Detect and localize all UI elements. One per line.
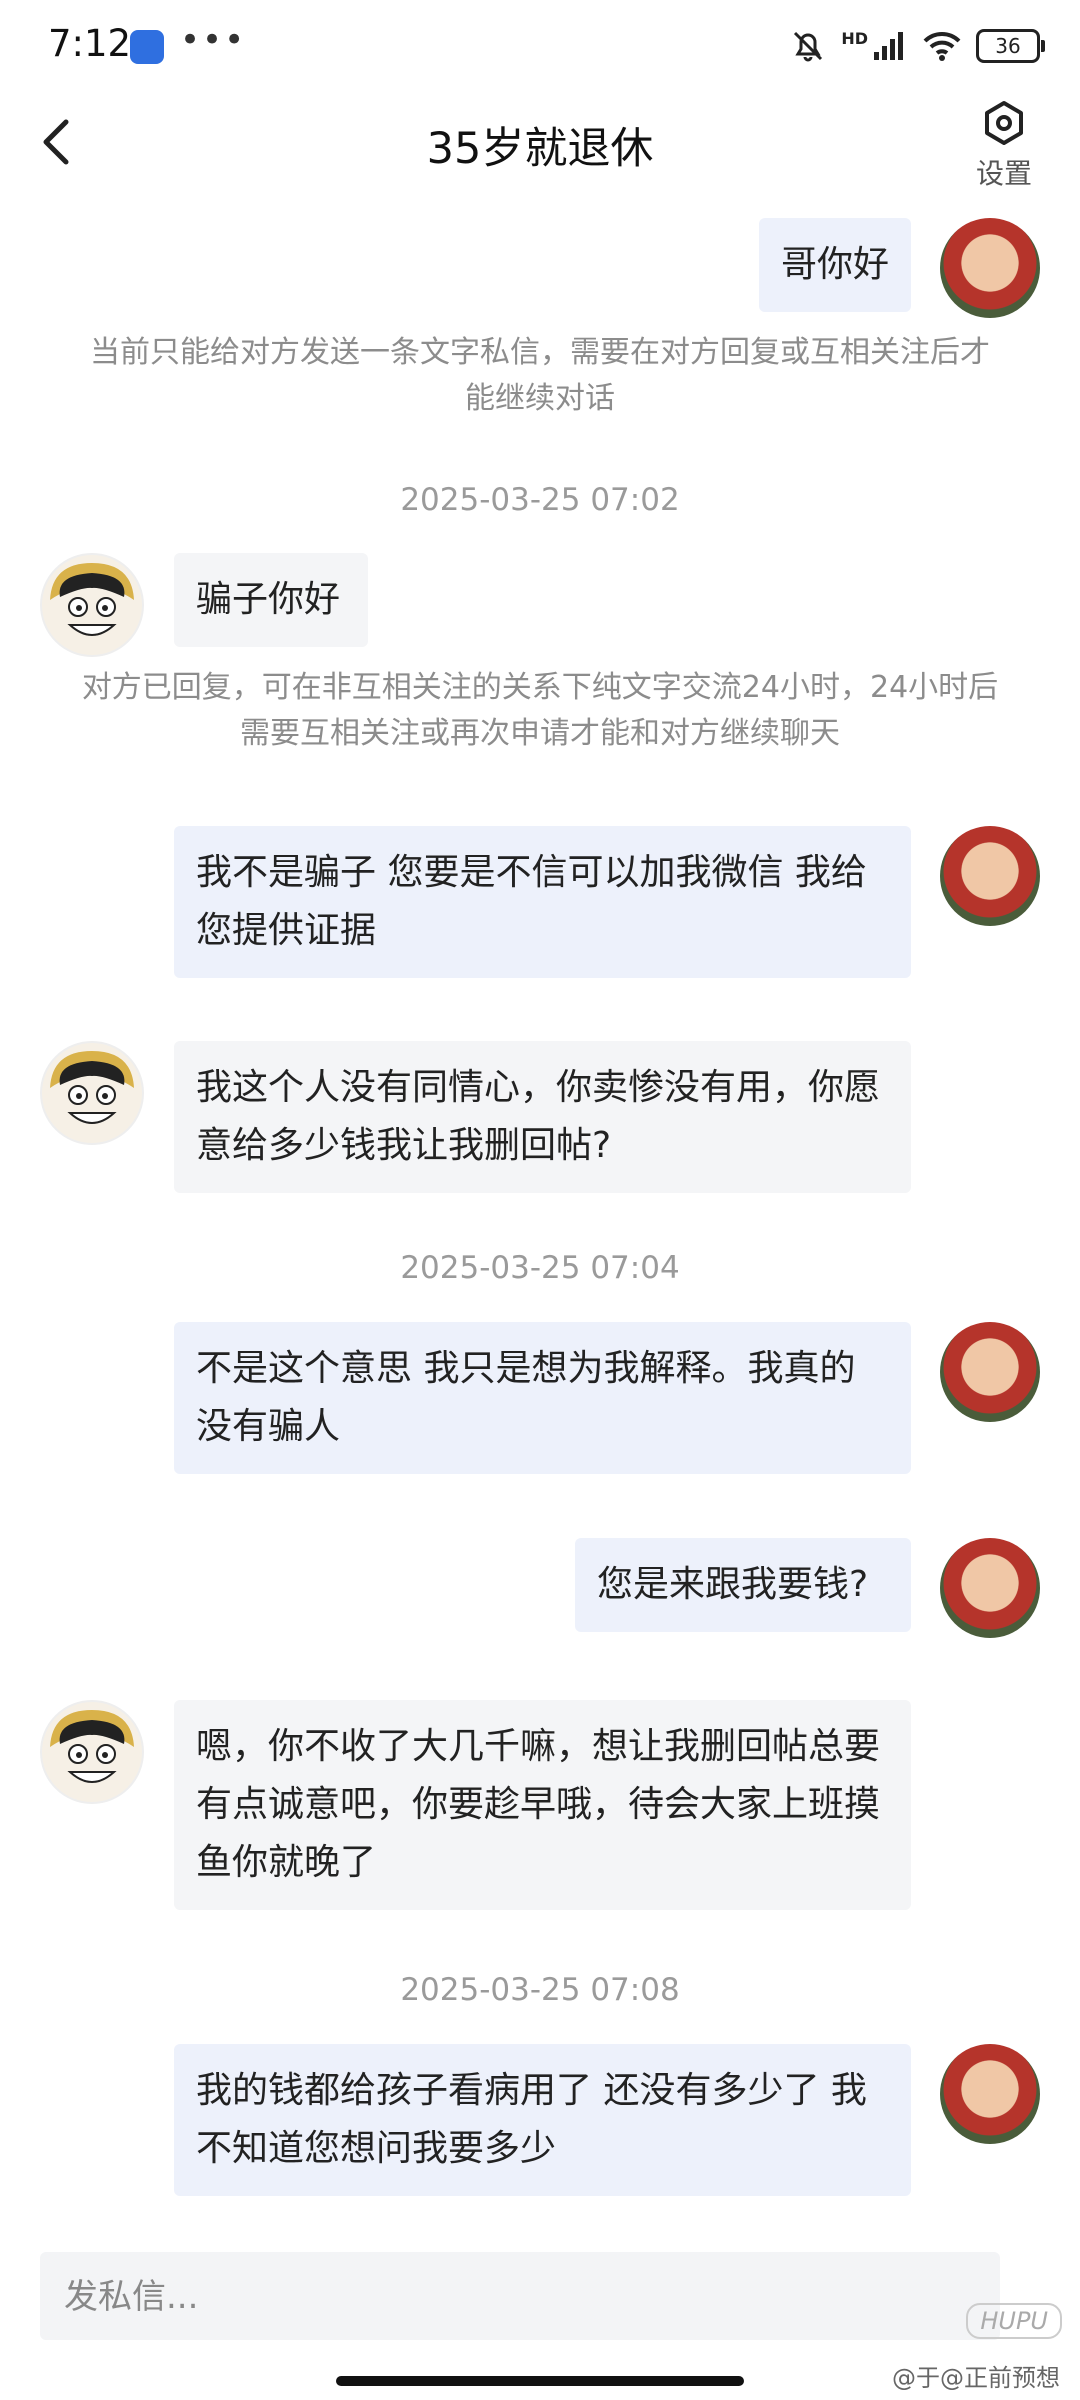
wifi-icon (923, 31, 961, 61)
message-bubble-other[interactable]: 我这个人没有同情心，你卖惨没有用，你愿意给多少钱我让我删回帖? (174, 1041, 911, 1193)
message-input[interactable] (40, 2252, 966, 2342)
timestamp: 2025-03-25 07:02 (400, 482, 680, 518)
my-avatar[interactable] (940, 1538, 1040, 1638)
contact-avatar[interactable] (40, 553, 144, 657)
mute-bell-icon (794, 31, 823, 62)
message-bubble-other[interactable]: 嗯，你不收了大几千嘛，想让我删回帖总要有点诚意吧，你要趁早哦，待会大家上班摸鱼你… (174, 1700, 911, 1910)
app-notification-icon (130, 30, 164, 64)
my-avatar[interactable] (940, 218, 1040, 318)
signal-icon (874, 32, 903, 60)
status-time: 7:12 (48, 22, 132, 65)
system-notice: 对方已回复，可在非互相关注的关系下纯文字交流24小时，24小时后需要互相关注或再… (81, 670, 999, 751)
message-bubble-mine[interactable]: 您是来跟我要钱? (575, 1538, 911, 1632)
my-avatar[interactable] (940, 826, 1040, 926)
network-type-label: HD (841, 28, 868, 48)
chat-title: 35岁就退休 (426, 124, 654, 174)
message-bubble-mine[interactable]: 不是这个意思 我只是想为我解释。我真的没有骗人 (174, 1322, 911, 1474)
message-composer (40, 2252, 1000, 2342)
status-bar: 7:12 ••• HD 36 (0, 0, 1080, 92)
contact-avatar[interactable] (40, 1700, 144, 1804)
cartoon-face-avatar-icon (50, 563, 134, 636)
status-icons: HD 36 (789, 26, 1045, 66)
more-notifications-icon: ••• (180, 20, 247, 60)
message-bubble-other[interactable]: 骗子你好 (174, 553, 368, 647)
watermark-logo: HUPU (966, 2303, 1062, 2339)
settings-label: 设置 (975, 157, 1032, 190)
message-bubble-mine[interactable]: 哥你好 (759, 218, 911, 312)
my-avatar[interactable] (940, 1322, 1040, 1422)
system-notice: 当前只能给对方发送一条文字私信，需要在对方回复或互相关注后才能继续对话 (90, 335, 990, 416)
cartoon-face-avatar-icon (50, 1710, 134, 1783)
timestamp: 2025-03-25 07:08 (400, 1972, 680, 2008)
watermark-text: @于@正前预想 (892, 2364, 1060, 2392)
message-bubble-mine[interactable]: 我的钱都给孩子看病用了 还没有多少了 我不知道您想问我要多少 (174, 2044, 911, 2196)
battery-icon: 36 (976, 29, 1045, 63)
home-indicator[interactable] (336, 2376, 744, 2386)
settings-button[interactable]: 设置 (964, 100, 1044, 192)
contact-avatar[interactable] (40, 1041, 144, 1145)
timestamp: 2025-03-25 07:04 (400, 1250, 680, 1286)
gear-icon (985, 101, 1023, 145)
message-bubble-mine[interactable]: 我不是骗子 您要是不信可以加我微信 我给您提供证据 (174, 826, 911, 978)
chat-header: 35岁就退休 设置 (0, 92, 1080, 212)
cartoon-face-avatar-icon (50, 1051, 134, 1124)
my-avatar[interactable] (940, 2044, 1040, 2144)
